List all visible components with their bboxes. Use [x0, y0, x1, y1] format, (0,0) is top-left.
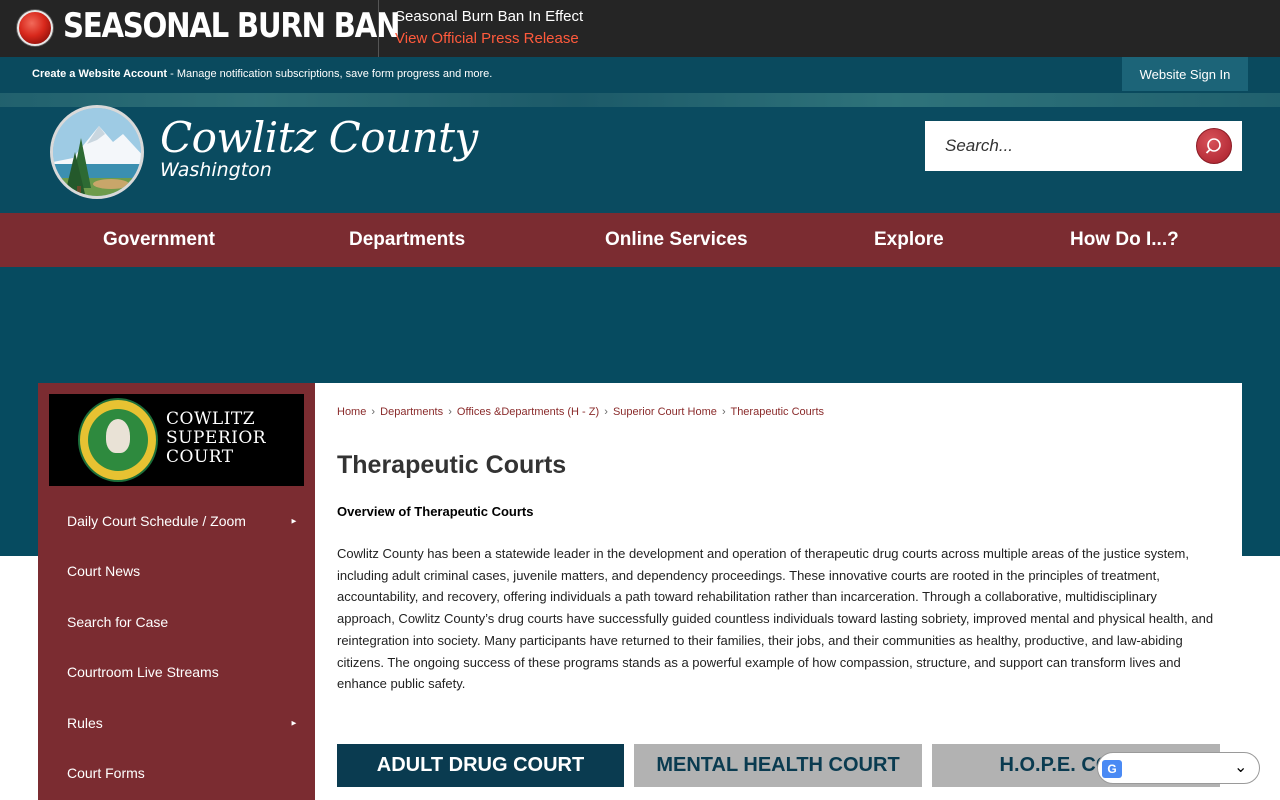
nav-how-do-i[interactable]: How Do I...? [1070, 213, 1179, 267]
alert-title[interactable]: SEASONAL BURN BAN [63, 6, 400, 46]
sidebar-item-label: Daily Court Schedule / Zoom [67, 513, 246, 529]
court-logo-line: SUPERIOR [166, 428, 267, 448]
county-seal-logo[interactable] [50, 105, 144, 199]
breadcrumb-therapeutic-courts[interactable]: Therapeutic Courts [730, 406, 824, 418]
nav-government[interactable]: Government [103, 213, 215, 267]
search-button[interactable] [1196, 128, 1232, 164]
court-seal-icon [78, 398, 158, 482]
header-texture [0, 93, 1280, 107]
overview-heading: Overview of Therapeutic Courts [337, 504, 534, 519]
submenu-arrow-icon[interactable]: ► [290, 719, 298, 728]
sidebar-item-rules[interactable]: Rules ► [38, 698, 315, 748]
breadcrumb-separator: › [604, 406, 608, 418]
sidebar-item-court-news[interactable]: Court News [38, 546, 315, 596]
sidebar-item-courtroom-live-streams[interactable]: Courtroom Live Streams [38, 647, 315, 697]
sidebar-item-label: Courtroom Live Streams [67, 664, 219, 680]
mental-health-court-button[interactable]: MENTAL HEALTH COURT [634, 744, 922, 787]
county-state: Washington [160, 159, 272, 181]
alert-heading: Seasonal Burn Ban In Effect [395, 8, 584, 25]
alert-divider [378, 0, 379, 57]
breadcrumb-separator: › [448, 406, 452, 418]
website-sign-in-button[interactable]: Website Sign In [1122, 57, 1248, 91]
chevron-down-icon[interactable]: ⌄ [1234, 757, 1247, 777]
main-nav: Government Departments Online Services E… [0, 213, 1280, 267]
sidebar: COWLITZ SUPERIOR COURT Daily Court Sched… [38, 383, 315, 800]
sidebar-item-label: Rules [67, 715, 103, 731]
breadcrumb-departments[interactable]: Departments [380, 406, 443, 418]
nav-online-services[interactable]: Online Services [605, 213, 748, 267]
sidebar-item-label: Search for Case [67, 614, 169, 630]
main-content: Home › Departments › Offices &Department… [315, 383, 1242, 800]
submenu-arrow-icon[interactable]: ► [290, 517, 298, 526]
breadcrumb-superior-court-home[interactable]: Superior Court Home [613, 406, 717, 418]
account-bar: Create a Website Account - Manage notifi… [0, 57, 1280, 93]
washington-portrait [106, 419, 130, 453]
google-translate-icon: G [1102, 760, 1122, 778]
sidebar-item-court-forms[interactable]: Court Forms [38, 748, 315, 798]
press-release-link[interactable]: View Official Press Release [395, 30, 579, 47]
court-logo-line: COURT [166, 447, 234, 467]
overview-paragraph: Cowlitz County has been a statewide lead… [337, 546, 1214, 692]
search-input[interactable] [925, 121, 1185, 171]
language-select[interactable]: G ⌄ [1097, 752, 1260, 784]
court-logo-text: COWLITZ SUPERIOR COURT [166, 410, 266, 467]
page-title: Therapeutic Courts [337, 451, 567, 479]
nav-departments[interactable]: Departments [349, 213, 465, 267]
court-logo-line: COWLITZ [166, 409, 256, 429]
adult-drug-court-button[interactable]: ADULT DRUG COURT [337, 744, 624, 787]
breadcrumb: Home › Departments › Offices &Department… [337, 406, 824, 418]
account-message: Create a Website Account - Manage notifi… [32, 68, 492, 80]
sidebar-item-daily-court-schedule[interactable]: Daily Court Schedule / Zoom ► [38, 496, 315, 546]
sidebar-item-search-for-case[interactable]: Search for Case [38, 597, 315, 647]
search-box [925, 121, 1242, 171]
alert-bar: SEASONAL BURN BAN Seasonal Burn Ban In E… [0, 0, 1280, 57]
breadcrumb-offices-departments[interactable]: Offices &Departments (H - Z) [457, 406, 599, 418]
search-icon [1205, 138, 1221, 154]
superior-court-logo[interactable]: COWLITZ SUPERIOR COURT [49, 394, 304, 486]
sidebar-item-label: Court News [67, 563, 141, 579]
alert-beacon-icon [17, 10, 53, 46]
breadcrumb-separator: › [371, 406, 376, 418]
sidebar-item-label: Court Forms [67, 765, 145, 781]
account-description: - Manage notification subscriptions, sav… [167, 68, 493, 80]
site-header: Cowlitz County Washington [0, 93, 1280, 213]
create-account-link[interactable]: Create a Website Account [32, 68, 167, 80]
court-seal-center [88, 409, 148, 471]
county-name[interactable]: Cowlitz County [160, 113, 478, 162]
breadcrumb-home[interactable]: Home [337, 406, 366, 418]
nav-explore[interactable]: Explore [874, 213, 944, 267]
breadcrumb-separator: › [721, 406, 726, 418]
